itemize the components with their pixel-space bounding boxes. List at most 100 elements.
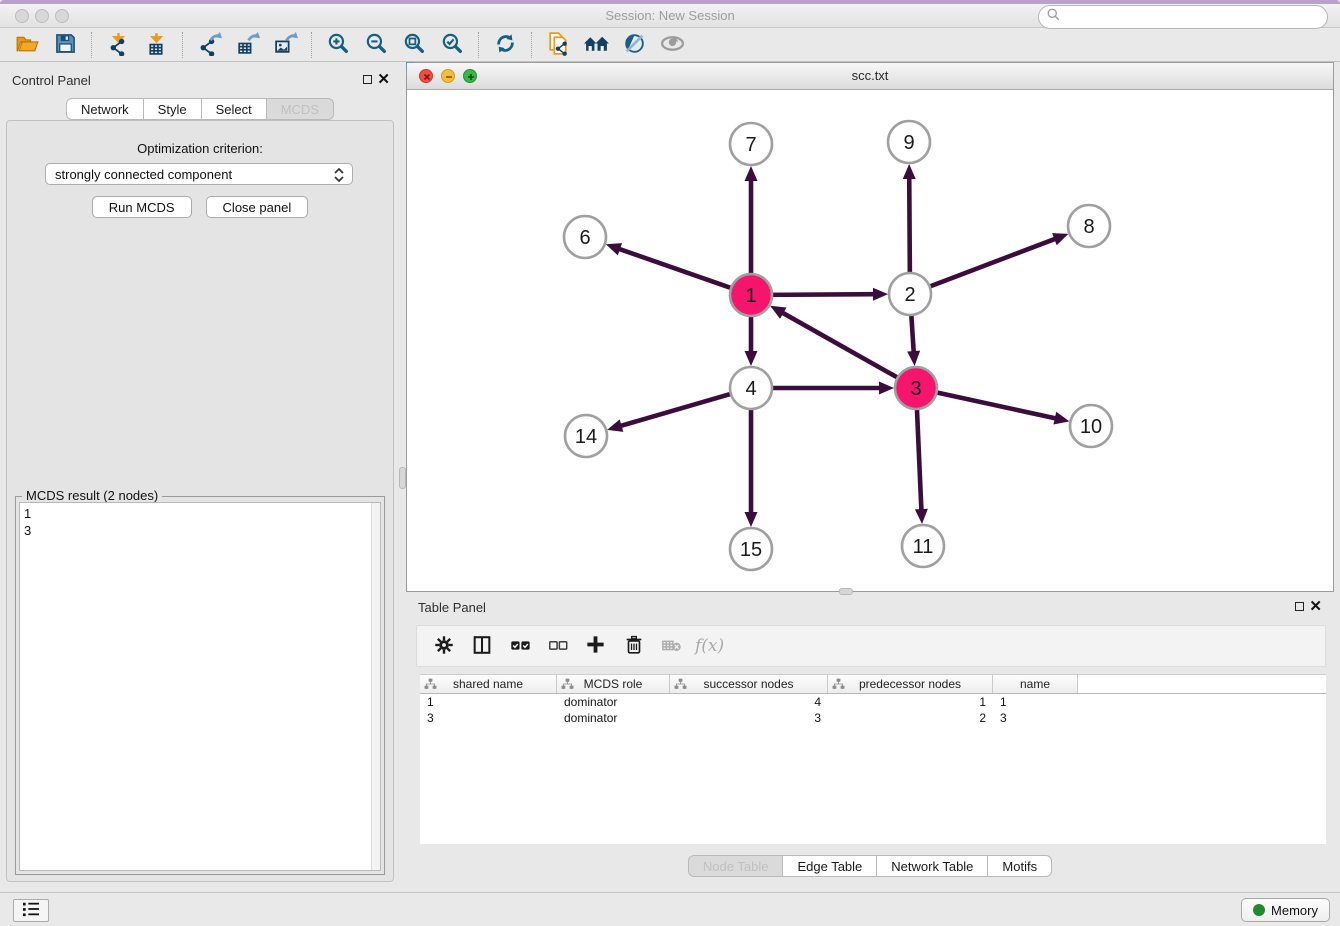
- tab-motifs[interactable]: Motifs: [988, 855, 1052, 877]
- edge-2-3[interactable]: [911, 313, 914, 353]
- run-mcds-button[interactable]: Run MCDS: [92, 196, 192, 218]
- open-session-icon: [15, 31, 40, 59]
- edge-arrowhead: [1052, 233, 1068, 245]
- column-header-MCDS-role[interactable]: MCDS role: [557, 675, 670, 693]
- open-session-button[interactable]: [8, 30, 46, 60]
- import-network-button[interactable]: [99, 30, 137, 60]
- table-tabs: Node TableEdge TableNetwork TableMotifs: [406, 855, 1334, 877]
- edge-2-8[interactable]: [928, 238, 1057, 287]
- search-icon: [1046, 7, 1061, 27]
- hide-details-button[interactable]: [653, 30, 691, 60]
- tab-network[interactable]: Network: [66, 98, 144, 120]
- table-cell[interactable]: 3: [420, 710, 557, 726]
- memory-label: Memory: [1271, 903, 1318, 918]
- table-cell[interactable]: 3: [993, 710, 1078, 726]
- edge-arrowhead: [606, 243, 622, 255]
- tab-node-table[interactable]: Node Table: [688, 855, 784, 877]
- tab-select[interactable]: Select: [202, 98, 267, 120]
- edge-1-2[interactable]: [770, 294, 875, 295]
- edge-3-11[interactable]: [917, 407, 922, 511]
- network-graph-canvas[interactable]: 1234678910111415: [407, 90, 1333, 591]
- export-table-button[interactable]: [228, 30, 266, 60]
- tab-mcds[interactable]: MCDS: [267, 98, 334, 120]
- refresh-layout-button[interactable]: [486, 30, 524, 60]
- select-all-button[interactable]: [503, 630, 536, 662]
- export-image-button[interactable]: [266, 30, 304, 60]
- table-panel-header: Table Panel ✕: [406, 595, 1334, 621]
- clone-network-icon: [546, 31, 571, 59]
- delete-column-button[interactable]: [617, 630, 650, 662]
- search-input[interactable]: [1061, 8, 1327, 26]
- tab-style[interactable]: Style: [144, 98, 202, 120]
- column-header-name[interactable]: name: [993, 675, 1078, 693]
- table-row[interactable]: 1dominator411: [420, 694, 1326, 710]
- import-network-icon: [106, 31, 131, 59]
- edge-2-9[interactable]: [909, 177, 910, 275]
- node-label-9: 9: [903, 132, 914, 154]
- criterion-dropdown[interactable]: strongly connected component: [45, 163, 353, 185]
- edge-3-10[interactable]: [935, 392, 1057, 419]
- deselect-all-button[interactable]: [541, 630, 574, 662]
- edge-4-14[interactable]: [620, 393, 733, 426]
- table-cell[interactable]: 1: [828, 694, 993, 710]
- column-header-label: MCDS role: [584, 677, 643, 691]
- zoom-selected-button[interactable]: [433, 30, 471, 60]
- table-cell[interactable]: dominator: [557, 694, 670, 710]
- close-panel-button[interactable]: Close panel: [206, 196, 309, 218]
- tab-network-table[interactable]: Network Table: [877, 855, 988, 877]
- table-cell[interactable]: 4: [670, 694, 828, 710]
- table-cell[interactable]: dominator: [557, 710, 670, 726]
- zoom-in-button[interactable]: [319, 30, 357, 60]
- table-cell[interactable]: 1: [420, 694, 557, 710]
- table-settings-button[interactable]: [427, 630, 460, 662]
- column-layout-icon: [471, 634, 493, 659]
- column-header-predecessor-nodes[interactable]: predecessor nodes: [828, 675, 993, 693]
- home-button[interactable]: [577, 30, 615, 60]
- column-layout-button[interactable]: [465, 630, 498, 662]
- memory-status-icon: [1253, 904, 1265, 916]
- node-label-8: 8: [1083, 216, 1094, 238]
- zoom-fit-icon: [402, 31, 427, 59]
- column-header-successor-nodes[interactable]: successor nodes: [670, 675, 828, 693]
- control-panel: Control Panel ✕ NetworkStyleSelectMCDS O…: [0, 68, 400, 886]
- zoom-fit-button[interactable]: [395, 30, 433, 60]
- edge-arrowhead: [745, 512, 758, 527]
- node-label-2: 2: [904, 284, 915, 306]
- add-column-button[interactable]: [579, 630, 612, 662]
- table-cell[interactable]: 1: [993, 694, 1078, 710]
- save-session-button[interactable]: [46, 30, 84, 60]
- edge-arrowhead: [903, 164, 916, 179]
- table-panel: Table Panel ✕ f(x) shared nameMCDS roles…: [406, 595, 1334, 886]
- tab-edge-table[interactable]: Edge Table: [783, 855, 877, 877]
- column-header-label: predecessor nodes: [859, 677, 961, 691]
- table-cell[interactable]: 3: [670, 710, 828, 726]
- table-cell[interactable]: 2: [828, 710, 993, 726]
- node-label-11: 11: [913, 536, 934, 558]
- mcds-result-line: 1: [24, 505, 376, 522]
- horizontal-splitter-handle[interactable]: [839, 588, 853, 595]
- close-panel-icon[interactable]: ✕: [377, 70, 390, 88]
- mcds-result-textarea[interactable]: 13: [19, 502, 381, 871]
- export-network-button[interactable]: [190, 30, 228, 60]
- zoom-out-button[interactable]: [357, 30, 395, 60]
- task-history-button[interactable]: [13, 899, 49, 922]
- network-window-titlebar: scc.txt: [407, 63, 1333, 90]
- show-graphics-details-button[interactable]: [615, 30, 653, 60]
- memory-button[interactable]: Memory: [1241, 898, 1330, 922]
- close-table-panel-icon[interactable]: ✕: [1309, 597, 1322, 615]
- float-panel-icon[interactable]: [363, 75, 372, 84]
- vertical-splitter-handle[interactable]: [399, 467, 406, 489]
- edge-1-6[interactable]: [618, 249, 733, 289]
- column-header-label: name: [1020, 677, 1050, 691]
- sitemap-icon: [561, 678, 574, 693]
- column-header-shared-name[interactable]: shared name: [420, 675, 557, 693]
- table-row[interactable]: 3dominator323: [420, 710, 1326, 726]
- clone-network-button[interactable]: [539, 30, 577, 60]
- search-box[interactable]: [1038, 5, 1328, 29]
- edge-3-1[interactable]: [781, 312, 899, 378]
- import-table-button[interactable]: [137, 30, 175, 60]
- result-scrollbar[interactable]: [371, 503, 380, 870]
- zoom-selected-icon: [440, 31, 465, 59]
- delete-column-icon: [623, 634, 645, 659]
- float-table-panel-icon[interactable]: [1295, 602, 1304, 611]
